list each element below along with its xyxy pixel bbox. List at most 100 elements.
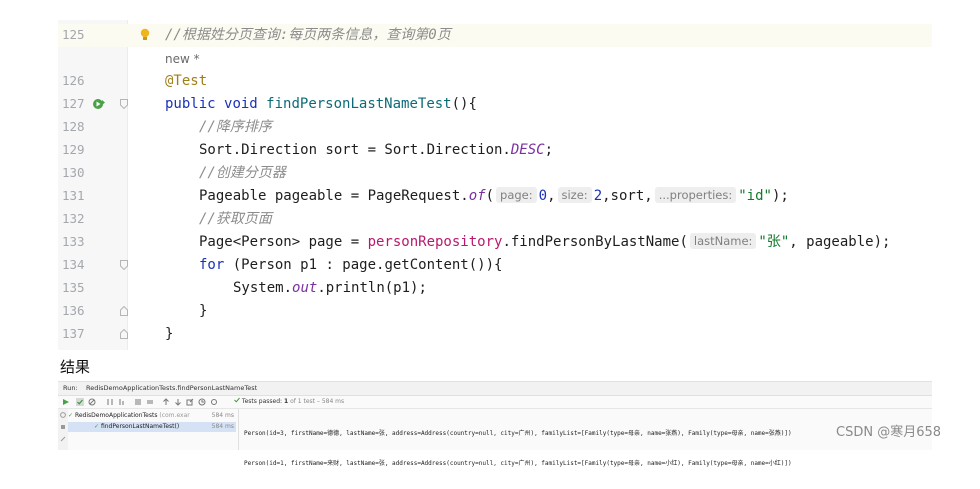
fold-end-icon[interactable]: [120, 306, 128, 316]
code-token: Sort.Direction sort = Sort.Direction.: [199, 142, 511, 158]
code-text: }: [199, 303, 208, 319]
line-number: 137: [62, 326, 85, 341]
code-line-127[interactable]: 127 public void findPersonLastNameTest()…: [58, 93, 932, 116]
sort-duration-icon[interactable]: [118, 398, 126, 406]
code-line-126[interactable]: 126 @Test: [58, 70, 932, 93]
code-editor[interactable]: 125 //根据姓分页查询:每页两条信息，查询第0页 new * 126 @Te…: [58, 20, 932, 350]
code-line-135[interactable]: 135 System.out.println(p1);: [58, 277, 932, 300]
number-literal: 2: [593, 188, 603, 204]
code-line-129[interactable]: 129 Sort.Direction sort = Sort.Direction…: [58, 139, 932, 162]
new-label: new *: [165, 52, 200, 66]
parameter-hint: lastName:: [689, 233, 757, 249]
tests-passed-prefix: Tests passed:: [241, 398, 283, 405]
tests-passed-count: 1: [283, 398, 289, 405]
code-line-137[interactable]: 137 }: [58, 323, 932, 346]
line-number: 127: [62, 96, 85, 111]
code-text: Page<Person> page = personRepository.fin…: [199, 233, 890, 252]
string-literal: "张": [758, 234, 790, 250]
code-line-131[interactable]: 131 Pageable pageable = PageRequest.of(p…: [58, 185, 932, 208]
parameter-hint: ...properties:: [654, 187, 737, 203]
expand-all-icon[interactable]: [134, 398, 142, 406]
code-token: .println(p1);: [317, 280, 427, 296]
test-case-name: findPersonLastNameTest(): [100, 423, 180, 430]
line-number: 132: [62, 211, 85, 226]
line-number: 131: [62, 188, 85, 203]
code-comment: //根据姓分页查询:每页两条信息，查询第0页: [165, 27, 451, 43]
code-text: Sort.Direction sort = Sort.Direction.DES…: [199, 141, 553, 160]
line-number: 134: [62, 257, 85, 272]
watermark: CSDN @寒月658: [836, 425, 942, 440]
code-line-128[interactable]: 128 //降序排序: [58, 116, 932, 139]
export-icon[interactable]: [186, 398, 194, 406]
line-number: 128: [62, 119, 85, 134]
code-line-130[interactable]: 130 //创建分页器: [58, 162, 932, 185]
line-number: 133: [62, 234, 85, 249]
tests-status: Tests passed: 1 of 1 test – 584 ms: [234, 396, 344, 408]
passed-check-icon: ✓: [68, 412, 74, 419]
collapse-all-icon[interactable]: [146, 398, 154, 406]
run-tool-window[interactable]: Run: RedisDemoApplicationTests.findPerso…: [58, 381, 932, 467]
code-line-134[interactable]: 134 for (Person p1 : page.getContent()){: [58, 254, 932, 277]
keyword: void: [224, 96, 258, 112]
rerun-icon[interactable]: [62, 398, 70, 406]
settings-icon[interactable]: [210, 398, 218, 406]
arrow-up-icon[interactable]: [162, 398, 170, 406]
parameter-hint: page:: [496, 187, 537, 203]
line-number: 135: [62, 280, 85, 295]
static-method: of: [468, 188, 486, 204]
code-token: ,sort,: [602, 188, 653, 204]
run-toolbar: Tests passed: 1 of 1 test – 584 ms: [58, 396, 932, 409]
code-line-133[interactable]: 133 Page<Person> page = personRepository…: [58, 231, 932, 254]
test-suite-time: 584 ms: [211, 412, 234, 419]
console-output[interactable]: Person(id=3, firstName=德德, lastName=张, a…: [244, 409, 792, 489]
passed-check-icon: ✓: [94, 423, 100, 430]
test-case-time: 584 ms: [211, 423, 234, 430]
code-token: Pageable pageable = PageRequest.: [199, 188, 469, 204]
code-line-136[interactable]: 136 }: [58, 300, 932, 323]
line-number: 126: [62, 73, 85, 88]
history-icon[interactable]: [198, 398, 206, 406]
keyword: public: [165, 96, 216, 112]
keyword: for: [199, 257, 225, 273]
code-author-hint: new *: [58, 48, 932, 68]
code-token: );: [771, 188, 789, 204]
arrow-down-icon[interactable]: [174, 398, 182, 406]
enum-constant: DESC: [510, 142, 545, 158]
test-case-row[interactable]: ✓ findPersonLastNameTest() 584 ms: [68, 422, 236, 432]
code-token: Page<Person> page =: [199, 234, 368, 250]
code-text: for (Person p1 : page.getContent()){: [199, 256, 502, 275]
run-test-icon[interactable]: [92, 97, 106, 111]
code-token: ,: [547, 188, 556, 204]
test-suite-row[interactable]: ✓ RedisDemoApplicationTests (com.exar 58…: [68, 411, 236, 421]
code-comment: //降序排序: [199, 119, 272, 135]
number-literal: 0: [538, 188, 548, 204]
code-token: System.: [233, 280, 293, 296]
line-number: 130: [62, 165, 85, 180]
run-config-tab[interactable]: RedisDemoApplicationTests.findPersonLast…: [86, 382, 257, 395]
repository-field: personRepository: [367, 234, 503, 250]
run-tab-bar: Run: RedisDemoApplicationTests.findPerso…: [58, 382, 932, 396]
show-ignored-icon[interactable]: [88, 398, 96, 406]
test-suite-package: (com.exar: [159, 412, 190, 419]
fold-end-icon[interactable]: [120, 329, 128, 339]
fold-icon[interactable]: [120, 260, 128, 270]
code-token: .findPersonByLastName(: [502, 234, 688, 250]
code-text: System.out.println(p1);: [233, 279, 427, 298]
code-token: (: [485, 188, 495, 204]
code-token: , pageable);: [789, 234, 891, 250]
lightbulb-icon[interactable]: [140, 28, 150, 42]
fold-icon[interactable]: [120, 99, 128, 109]
code-comment: //创建分页器: [199, 165, 286, 181]
show-passed-icon[interactable]: [76, 398, 84, 406]
code-token: (Person p1 : page.getContent()){: [224, 257, 503, 273]
code-comment: //获取页面: [199, 211, 272, 227]
code-line-125[interactable]: 125 //根据姓分页查询:每页两条信息，查询第0页: [58, 24, 932, 47]
test-suite-name: RedisDemoApplicationTests: [74, 412, 158, 419]
tests-passed-suffix: of 1 test – 584 ms: [290, 398, 345, 405]
line-number: 125: [62, 27, 85, 42]
code-line-132[interactable]: 132 //获取页面: [58, 208, 932, 231]
code-annotation: @Test: [165, 73, 208, 89]
string-literal: "id": [738, 188, 772, 204]
sort-alpha-icon[interactable]: [106, 398, 114, 406]
code-token: (){: [451, 96, 477, 112]
